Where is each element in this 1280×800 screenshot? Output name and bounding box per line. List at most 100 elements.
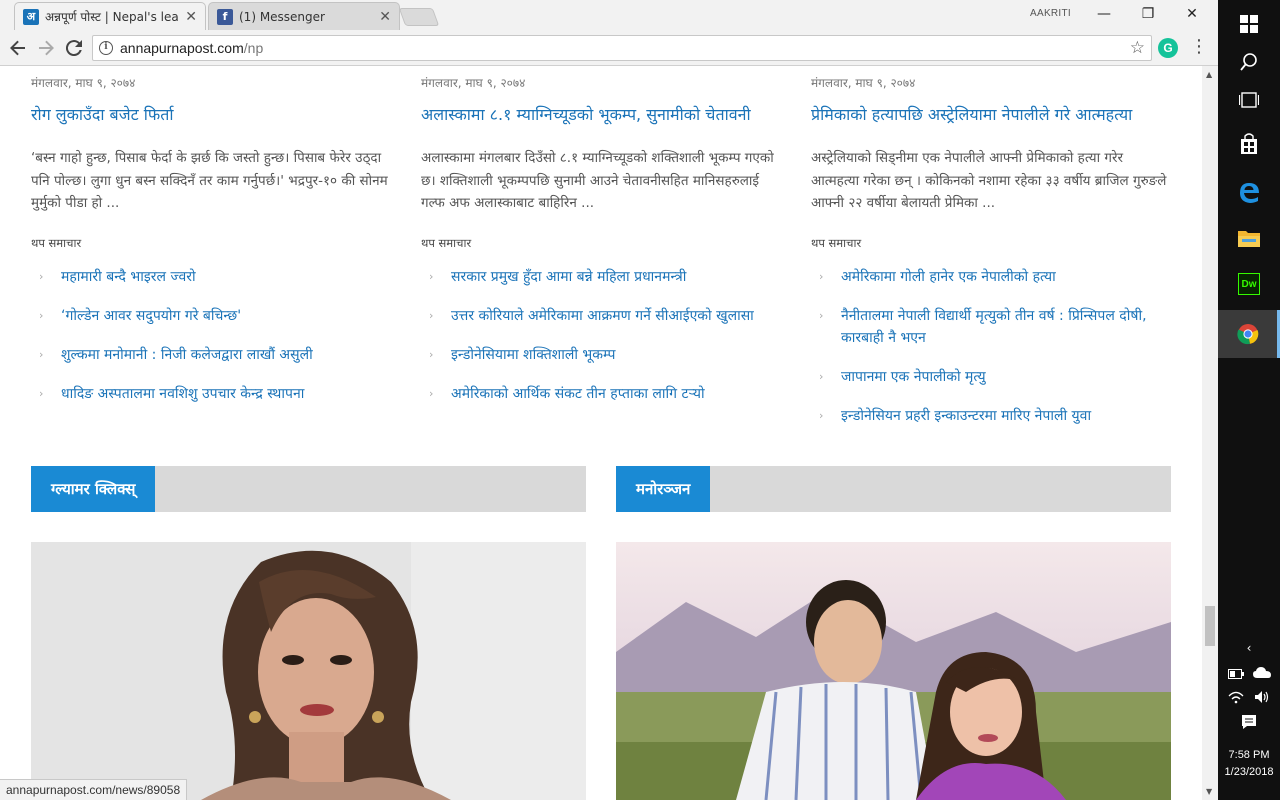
related-news-link[interactable]: › इन्डोनेसियामा शक्तिशाली भूकम्प bbox=[421, 344, 781, 366]
edge-app[interactable] bbox=[1218, 168, 1280, 216]
tab-strip: अ अन्नपूर्ण पोस्ट | Nepal's lea ✕ f (1) … bbox=[0, 0, 1218, 30]
more-news-label: थप समाचार bbox=[811, 236, 862, 250]
section-title-glamour[interactable]: ग्ल्यामर क्लिक्स् bbox=[31, 466, 156, 512]
dreamweaver-app[interactable]: Dw bbox=[1218, 260, 1280, 308]
related-news-list: › अमेरिकामा गोली हानेर एक नेपालीको हत्या … bbox=[811, 266, 1171, 444]
chevron-right-icon: › bbox=[819, 409, 824, 422]
tab-label: अन्नपूर्ण पोस्ट | Nepal's lea bbox=[45, 10, 179, 24]
news-headline[interactable]: अलास्कामा ८.१ म्याग्निच्यूडको भूकम्प, सु… bbox=[421, 103, 751, 125]
related-news-list: › सरकार प्रमुख हुँदा आमा बन्ने महिला प्रध… bbox=[421, 266, 781, 422]
url-text[interactable]: annapurnapost.com/np bbox=[120, 40, 263, 56]
chevron-right-icon: › bbox=[819, 370, 824, 383]
news-date: मंगलवार, माघ ९, २०७४ bbox=[421, 76, 526, 90]
link-status-bar: annapurnapost.com/news/89058 bbox=[0, 779, 188, 800]
related-news-link[interactable]: › जापानमा एक नेपालीको मृत्यु bbox=[811, 366, 1171, 388]
bookmark-star-icon[interactable]: ☆ bbox=[1130, 38, 1145, 58]
vertical-scrollbar[interactable]: ▲ ▼ bbox=[1202, 66, 1218, 800]
portrait-photo-illustration bbox=[31, 542, 586, 800]
reload-icon bbox=[66, 40, 82, 56]
chrome-app[interactable] bbox=[1218, 310, 1280, 358]
forward-arrow-icon bbox=[39, 40, 54, 56]
related-news-link[interactable]: › इन्डोनेसियन प्रहरी इन्काउन्टरमा मारिए न… bbox=[811, 405, 1171, 427]
chevron-right-icon: › bbox=[39, 270, 44, 283]
close-tab-icon[interactable]: ✕ bbox=[379, 9, 391, 25]
news-headline[interactable]: प्रेमिकाको हत्यापछि अस्ट्रेलियामा नेपाली… bbox=[811, 103, 1132, 125]
dreamweaver-icon: Dw bbox=[1238, 273, 1260, 295]
task-view-icon bbox=[1239, 92, 1259, 108]
close-tab-icon[interactable]: ✕ bbox=[185, 9, 197, 25]
file-explorer-icon bbox=[1238, 231, 1260, 247]
battery-icon[interactable] bbox=[1224, 668, 1248, 682]
couple-photo-illustration bbox=[616, 542, 1171, 800]
related-news-link[interactable]: › सरकार प्रमुख हुँदा आमा बन्ने महिला प्रध… bbox=[421, 266, 781, 288]
back-button[interactable] bbox=[6, 36, 30, 60]
section-title-entertainment[interactable]: मनोरञ्जन bbox=[616, 466, 711, 512]
related-news-link[interactable]: › अमेरिकामा गोली हानेर एक नेपालीको हत्या bbox=[811, 266, 1171, 288]
related-news-link[interactable]: › शुल्कमा मनोमानी : निजी कलेजद्वारा लाखौं… bbox=[31, 344, 391, 366]
news-date: मंगलवार, माघ ९, २०७४ bbox=[811, 76, 916, 90]
annapurna-favicon-icon: अ bbox=[23, 8, 39, 25]
related-news-link[interactable]: › नैनीतालमा नेपाली विद्यार्थी मृत्युको ती… bbox=[811, 305, 1171, 349]
facebook-favicon-icon: f bbox=[217, 8, 233, 25]
chevron-right-icon: › bbox=[39, 387, 44, 400]
news-summary: ‘बस्न गाहो हुन्छ, पिसाब फेर्दा के झर्छ क… bbox=[31, 150, 388, 211]
taskbar-clock[interactable]: 7:58 PM 1/23/2018 bbox=[1218, 747, 1280, 781]
chevron-right-icon: › bbox=[429, 309, 434, 322]
chrome-icon bbox=[1236, 324, 1258, 345]
search-icon bbox=[1240, 53, 1257, 71]
tab-label: (1) Messenger bbox=[239, 9, 325, 24]
forward-button[interactable] bbox=[34, 36, 58, 60]
section-header-entertainment: मनोरञ्जन bbox=[616, 466, 1171, 512]
clock-time: 7:58 PM bbox=[1228, 749, 1270, 761]
clock-date: 1/23/2018 bbox=[1224, 766, 1274, 778]
grammarly-extension-icon[interactable]: G bbox=[1158, 38, 1178, 58]
chevron-right-icon: › bbox=[429, 387, 434, 400]
windows-icon bbox=[1240, 15, 1258, 33]
page-content: मंगलवार, माघ ९, २०७४ रोग लुकाउँदा बजेट फ… bbox=[0, 66, 1202, 800]
minimize-button[interactable]: — bbox=[1082, 2, 1126, 26]
chevron-right-icon: › bbox=[819, 270, 824, 283]
glamour-feature-image[interactable] bbox=[31, 542, 586, 800]
tab-messenger[interactable]: f (1) Messenger ✕ bbox=[208, 2, 400, 30]
more-news-label: थप समाचार bbox=[421, 236, 472, 250]
scroll-up-arrow-icon[interactable]: ▲ bbox=[1206, 70, 1212, 79]
related-news-link[interactable]: › धादिङ अस्पतालमा नवशिशु उपचार केन्द्र स्… bbox=[31, 383, 391, 405]
onedrive-cloud-icon[interactable] bbox=[1250, 666, 1274, 681]
new-tab-button[interactable] bbox=[398, 8, 440, 26]
news-date: मंगलवार, माघ ९, २०७४ bbox=[31, 76, 136, 90]
wifi-icon[interactable] bbox=[1224, 690, 1248, 707]
related-news-link[interactable]: › उत्तर कोरियाले अमेरिकामा आक्रमण गर्ने स… bbox=[421, 305, 781, 327]
edge-icon bbox=[1240, 183, 1259, 203]
related-news-list: › महामारी बन्दै भाइरल ज्वरो › ‘गोल्डेन आवर… bbox=[31, 266, 391, 422]
show-hidden-icons-chevron-icon[interactable]: ‹ bbox=[1237, 641, 1261, 655]
section-header-glamour: ग्ल्यामर क्लिक्स् bbox=[31, 466, 586, 512]
address-bar[interactable]: i annapurnapost.com/np ☆ bbox=[92, 35, 1152, 61]
browser-menu-icon[interactable]: ⋮ bbox=[1190, 36, 1208, 57]
scroll-thumb[interactable] bbox=[1205, 606, 1215, 646]
file-explorer-app[interactable] bbox=[1218, 214, 1280, 262]
related-news-link[interactable]: › ‘गोल्डेन आवर सदुपयोग गरे बचिन्छ' bbox=[31, 305, 391, 327]
news-summary: अस्ट्रेलियाको सिड्नीमा एक नेपालीले आफ्नी… bbox=[811, 150, 1167, 211]
windows-taskbar: Dw ‹ 7:58 PM 1/23/2018 bbox=[1218, 0, 1280, 800]
entertainment-feature-image[interactable] bbox=[616, 542, 1171, 800]
profile-name[interactable]: AAKRITI bbox=[1030, 8, 1071, 19]
news-headline[interactable]: रोग लुकाउँदा बजेट फिर्ता bbox=[31, 103, 173, 125]
browser-chrome: अ अन्नपूर्ण पोस्ट | Nepal's lea ✕ f (1) … bbox=[0, 0, 1218, 66]
more-news-label: थप समाचार bbox=[31, 236, 82, 250]
action-center-icon[interactable] bbox=[1237, 714, 1261, 733]
volume-icon[interactable] bbox=[1250, 690, 1274, 707]
related-news-link[interactable]: › महामारी बन्दै भाइरल ज्वरो bbox=[31, 266, 391, 288]
browser-toolbar: i annapurnapost.com/np ☆ G ⋮ bbox=[0, 31, 1218, 66]
chevron-right-icon: › bbox=[39, 348, 44, 361]
restore-button[interactable]: ❐ bbox=[1126, 2, 1170, 26]
reload-button[interactable] bbox=[62, 36, 86, 60]
task-view-button[interactable] bbox=[1218, 76, 1280, 124]
related-news-link[interactable]: › अमेरिकाको आर्थिक संकट तीन हप्ताका लागि … bbox=[421, 383, 781, 405]
store-app[interactable] bbox=[1218, 120, 1280, 168]
site-info-icon[interactable]: i bbox=[99, 41, 113, 55]
chevron-right-icon: › bbox=[429, 348, 434, 361]
scroll-down-arrow-icon[interactable]: ▼ bbox=[1206, 787, 1212, 796]
tab-annapurna[interactable]: अ अन्नपूर्ण पोस्ट | Nepal's lea ✕ bbox=[14, 2, 206, 30]
store-icon bbox=[1241, 133, 1257, 154]
close-window-button[interactable]: ✕ bbox=[1170, 2, 1214, 26]
